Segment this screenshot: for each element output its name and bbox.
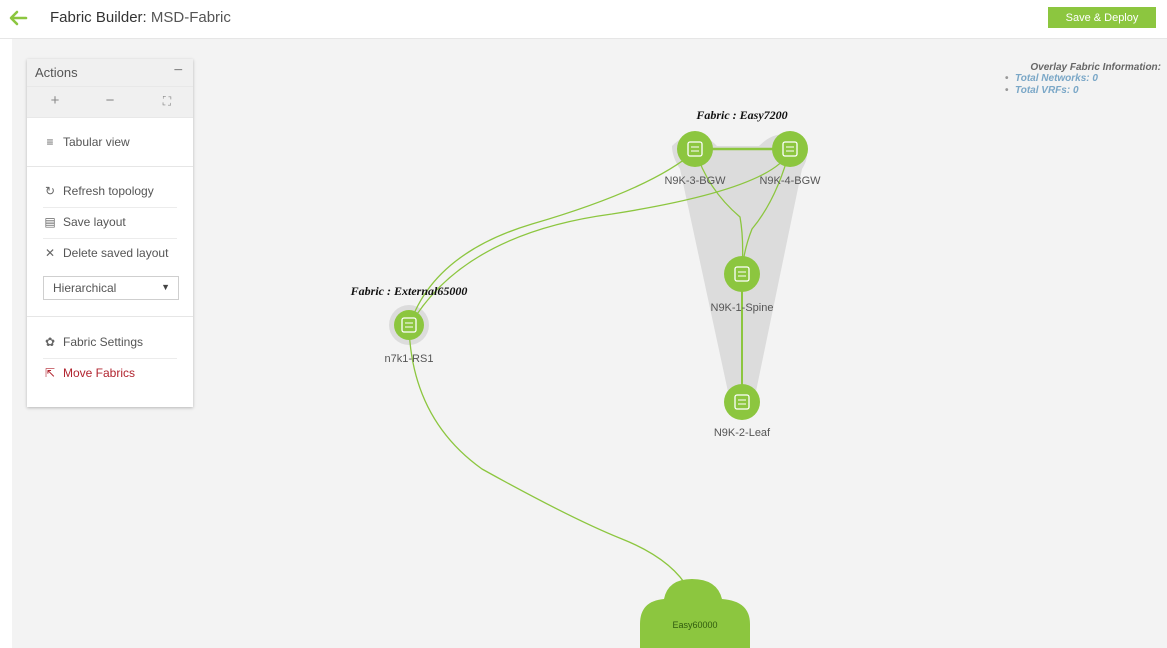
- refresh-icon: ↻: [44, 184, 56, 198]
- divider: [27, 166, 193, 167]
- fabric-label-easy7200: Fabric : Easy7200: [695, 108, 787, 122]
- tabular-view-button[interactable]: ≡ Tabular view: [43, 135, 130, 149]
- save-icon: ▤: [44, 215, 56, 229]
- cloud-icon: [640, 579, 750, 648]
- total-vrfs: Total VRFs: 0: [1003, 85, 1161, 97]
- divider: [43, 238, 177, 239]
- move-fabrics-label: Move Fabrics: [63, 366, 136, 380]
- actions-header: Actions −: [27, 59, 193, 87]
- zoom-in-icon[interactable]: +: [45, 92, 65, 109]
- title-prefix: Fabric Builder:: [50, 9, 147, 26]
- actions-panel: Actions − + − ⛶ ≡ Tabular view ↻ Refresh t…: [27, 59, 193, 407]
- overlay-heading: Overlay Fabric Information:: [1030, 62, 1161, 73]
- refresh-topology-button[interactable]: ↻ Refresh topology: [43, 184, 154, 198]
- fit-to-screen-icon[interactable]: ⛶: [157, 94, 177, 109]
- cloud-easy60000[interactable]: Easy60000: [640, 579, 750, 648]
- save-layout-button[interactable]: ▤ Save layout: [43, 215, 126, 229]
- overlay-fabric-info: Overlay Fabric Information: Total Networ…: [1003, 62, 1161, 97]
- divider: [43, 358, 177, 359]
- delete-saved-layout-button[interactable]: ✕ Delete saved layout: [43, 246, 168, 260]
- tabular-view-label: Tabular view: [63, 135, 130, 149]
- page-title: Fabric Builder: MSD-Fabric: [50, 9, 231, 26]
- fabric-settings-button[interactable]: ✿ Fabric Settings: [43, 335, 143, 349]
- layout-select-value: Hierarchical: [53, 281, 117, 295]
- save-layout-label: Save layout: [63, 215, 126, 229]
- list-icon: ≡: [46, 135, 54, 149]
- fabric-settings-label: Fabric Settings: [63, 335, 144, 349]
- gear-icon: ✿: [44, 335, 56, 349]
- total-networks: Total Networks: 0: [1003, 73, 1161, 85]
- move-fabrics-button[interactable]: ⇱ Move Fabrics: [43, 366, 135, 380]
- node-label: N9K-2-Leaf: [714, 427, 771, 439]
- back-arrow-icon[interactable]: [6, 6, 30, 30]
- fabric-name: MSD-Fabric: [150, 9, 231, 26]
- link-bgw3-rs1: [408, 150, 696, 328]
- divider: [43, 207, 177, 208]
- actions-title: Actions: [35, 65, 78, 80]
- link-rs1-cloud: [408, 326, 690, 591]
- top-bar: Fabric Builder: MSD-Fabric Save & Deploy: [0, 0, 1167, 39]
- node-label: N9K-4-BGW: [759, 175, 821, 187]
- node-n9k-2-leaf[interactable]: N9K-2-Leaf: [714, 384, 771, 439]
- delete-saved-layout-label: Delete saved layout: [63, 246, 169, 260]
- divider: [27, 316, 193, 317]
- node-label: n7k1-RS1: [385, 353, 434, 365]
- zoom-toolbar: + − ⛶: [27, 87, 193, 118]
- zoom-out-icon[interactable]: −: [100, 92, 120, 109]
- external-link-icon: ⇱: [44, 366, 56, 380]
- save-deploy-button[interactable]: Save & Deploy: [1048, 7, 1156, 28]
- node-label: N9K-1-Spine: [711, 302, 774, 314]
- overlay-list: Total Networks: 0 Total VRFs: 0: [1003, 73, 1161, 97]
- chevron-down-icon: ▼: [161, 282, 170, 292]
- fabric-label-external65000: Fabric : External65000: [350, 284, 468, 298]
- node-label: N9K-3-BGW: [664, 175, 726, 187]
- delete-icon: ✕: [44, 246, 56, 260]
- layout-select[interactable]: Hierarchical ▼: [43, 276, 179, 300]
- cloud-label: Easy60000: [672, 620, 717, 630]
- refresh-topology-label: Refresh topology: [63, 184, 154, 198]
- collapse-icon[interactable]: −: [174, 62, 183, 80]
